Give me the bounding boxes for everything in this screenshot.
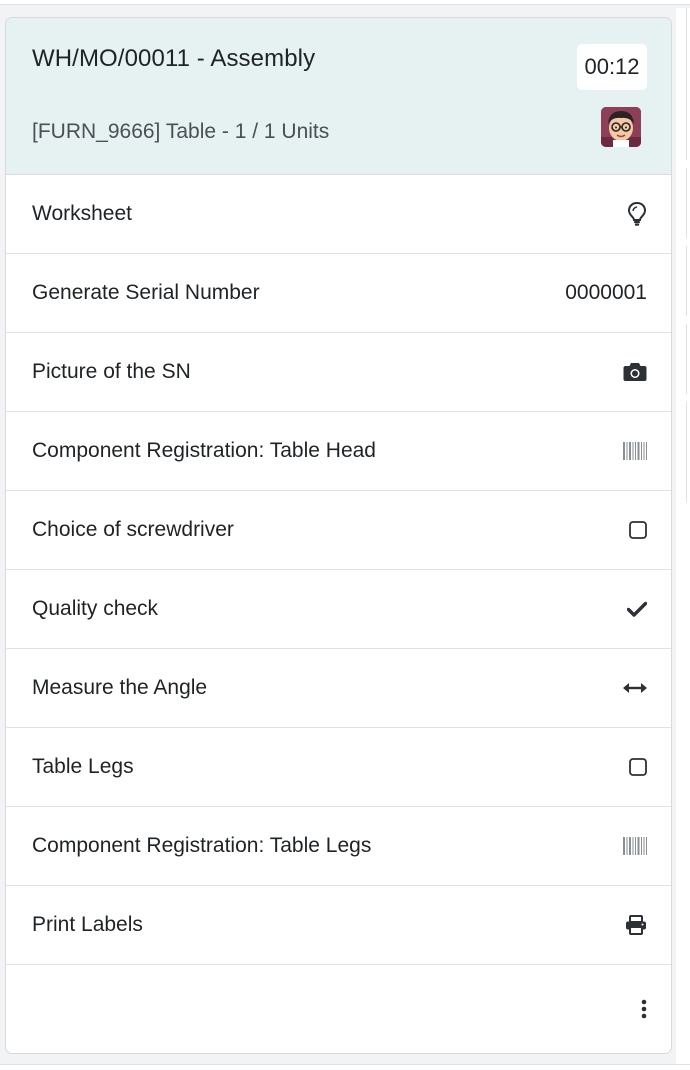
step-label: Worksheet [32, 202, 132, 225]
step-label: Picture of the SN [32, 360, 191, 383]
barcode-icon[interactable] [623, 837, 647, 855]
camera-icon[interactable] [623, 362, 647, 382]
step-row-table-legs-registration[interactable]: Component Registration: Table Legs [6, 807, 671, 886]
workorder-card: WH/MO/00011 - Assembly 00:12 [FURN_9666]… [5, 17, 672, 1054]
bottom-divider [0, 1064, 690, 1070]
adjacent-card-edge [676, 8, 690, 1070]
arrows-horizontal-icon[interactable] [623, 682, 647, 694]
step-row-table-legs[interactable]: Table Legs [6, 728, 671, 807]
step-row-print-labels[interactable]: Print Labels [6, 886, 671, 965]
serial-number-value: 0000001 [565, 281, 647, 304]
printer-icon[interactable] [625, 915, 647, 935]
step-label: Component Registration: Table Head [32, 439, 376, 462]
step-label: Print Labels [32, 913, 143, 936]
step-label: Choice of screwdriver [32, 518, 234, 541]
step-row-picture[interactable]: Picture of the SN [6, 333, 671, 412]
top-divider [0, 0, 690, 5]
step-label: Measure the Angle [32, 676, 208, 699]
step-label: Quality check [32, 597, 159, 620]
lightbulb-icon[interactable] [627, 201, 647, 227]
step-row-measure-angle[interactable]: Measure the Angle [6, 649, 671, 728]
mo-title[interactable]: WH/MO/00011 - Assembly [32, 45, 315, 73]
step-row-screwdriver[interactable]: Choice of screwdriver [6, 491, 671, 570]
checkbox-empty-icon[interactable] [629, 521, 647, 539]
step-row-serial-number[interactable]: Generate Serial Number 0000001 [6, 254, 671, 333]
step-row-table-head[interactable]: Component Registration: Table Head [6, 412, 671, 491]
checkmark-icon[interactable] [627, 601, 647, 617]
step-row-quality-check[interactable]: Quality check [6, 570, 671, 649]
step-label: Generate Serial Number [32, 281, 260, 304]
kebab-menu-icon[interactable] [641, 999, 647, 1019]
checkbox-empty-icon[interactable] [629, 758, 647, 776]
workorder-page: WH/MO/00011 - Assembly 00:12 [FURN_9666]… [0, 0, 690, 1070]
card-header[interactable]: WH/MO/00011 - Assembly 00:12 [FURN_9666]… [6, 18, 671, 175]
barcode-icon[interactable] [623, 442, 647, 460]
step-row-worksheet[interactable]: Worksheet [6, 175, 671, 254]
user-avatar[interactable] [601, 107, 641, 147]
card-footer [6, 965, 671, 1053]
product-line: [FURN_9666] Table - 1 / 1 Units [32, 120, 330, 143]
step-label: Table Legs [32, 755, 134, 778]
step-label: Component Registration: Table Legs [32, 834, 372, 857]
timer-badge: 00:12 [577, 44, 647, 90]
avatar-illustration-icon [601, 107, 641, 147]
